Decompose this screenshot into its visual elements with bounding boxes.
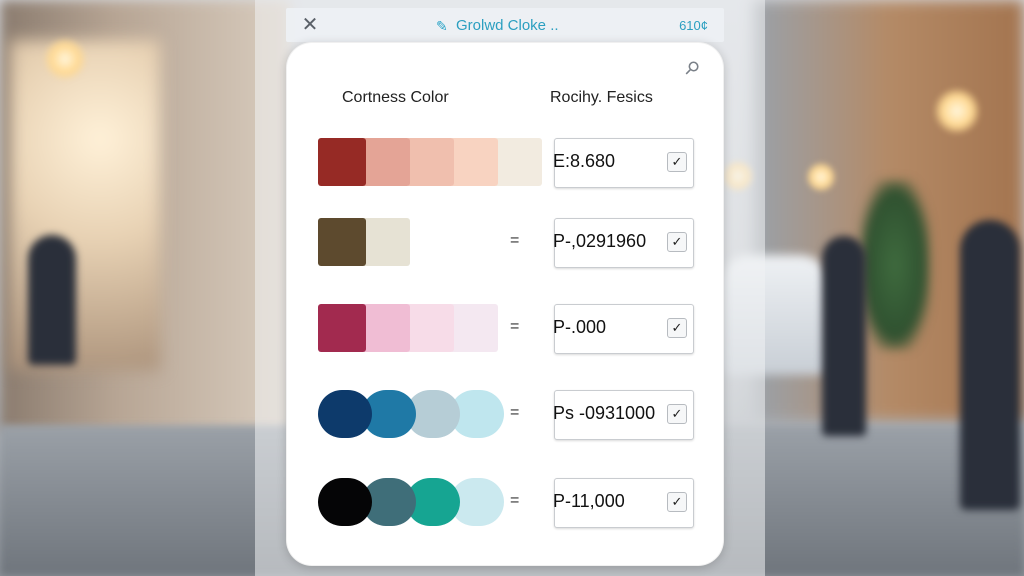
value-field[interactable]: E:8.680 ✓ [553, 138, 694, 188]
left-column-header: Cortness Color [342, 89, 449, 106]
color-swatch[interactable] [362, 138, 410, 186]
palette-row: = P-,0291960 ✓ [286, 218, 724, 270]
swatch-group [318, 218, 410, 266]
window-title: Grolwd Cloke .. [456, 17, 559, 34]
swatch-group [318, 478, 504, 526]
value-text: P-11,000 [553, 491, 625, 511]
row-checkbox[interactable]: ✓ [667, 152, 687, 172]
palette-row: = P-11,000 ✓ [286, 478, 724, 530]
color-window: ✕ ✎ Grolwd Cloke .. 610¢ ⚲ Cortness Colo… [286, 8, 724, 568]
equals-sign: = [510, 404, 520, 421]
title-right-badge: 610¢ [679, 18, 708, 33]
row-checkbox[interactable]: ✓ [667, 232, 687, 252]
color-swatch[interactable] [362, 304, 410, 352]
swatch-group [318, 390, 504, 438]
value-text: Ps -0931000 [553, 403, 656, 423]
color-swatch[interactable] [494, 138, 542, 186]
color-swatch[interactable] [406, 304, 454, 352]
equals-sign: = [510, 232, 520, 249]
value-field[interactable]: Ps -0931000 ✓ [553, 390, 694, 440]
palette-row: =E:8.680✓ [286, 138, 724, 190]
color-swatch[interactable] [318, 390, 372, 438]
color-swatch[interactable] [318, 218, 366, 266]
color-swatch[interactable] [318, 304, 366, 352]
value-text: E:8.680 [553, 151, 616, 171]
value-text: P-.000 [553, 317, 607, 337]
palette-row: = P-.000 ✓ [286, 304, 724, 356]
value-text: P-,0291960 [553, 231, 647, 251]
color-swatch[interactable] [406, 138, 454, 186]
color-swatch[interactable] [450, 304, 498, 352]
equals-sign: = [510, 492, 520, 509]
color-swatch[interactable] [318, 478, 372, 526]
title-bar: ✕ ✎ Grolwd Cloke .. 610¢ [286, 8, 724, 42]
palette-panel: ⚲ Cortness Color Rocihy. Fesics = E:8.680… [286, 42, 724, 566]
color-swatch[interactable] [318, 138, 366, 186]
color-swatch[interactable] [362, 218, 410, 266]
equals-sign: = [510, 318, 520, 335]
color-swatch[interactable] [450, 138, 498, 186]
right-column-header: Rocihy. Fesics [550, 89, 653, 106]
close-icon[interactable]: ✕ [300, 15, 320, 35]
swatch-group [318, 138, 542, 186]
title-group: ✎ Grolwd Cloke .. [436, 17, 559, 34]
paint-drop-icon: ✎ [436, 17, 448, 34]
palette-row: = Ps -0931000 ✓ [286, 390, 724, 442]
value-field[interactable]: P-11,000 ✓ [553, 478, 694, 528]
swatch-group [318, 304, 498, 352]
row-checkbox[interactable]: ✓ [667, 492, 687, 512]
row-checkbox[interactable]: ✓ [667, 318, 687, 338]
pin-icon[interactable]: ⚲ [678, 54, 706, 82]
value-field[interactable]: P-,0291960 ✓ [553, 218, 694, 268]
value-field[interactable]: P-.000 ✓ [553, 304, 694, 354]
row-checkbox[interactable]: ✓ [667, 404, 687, 424]
